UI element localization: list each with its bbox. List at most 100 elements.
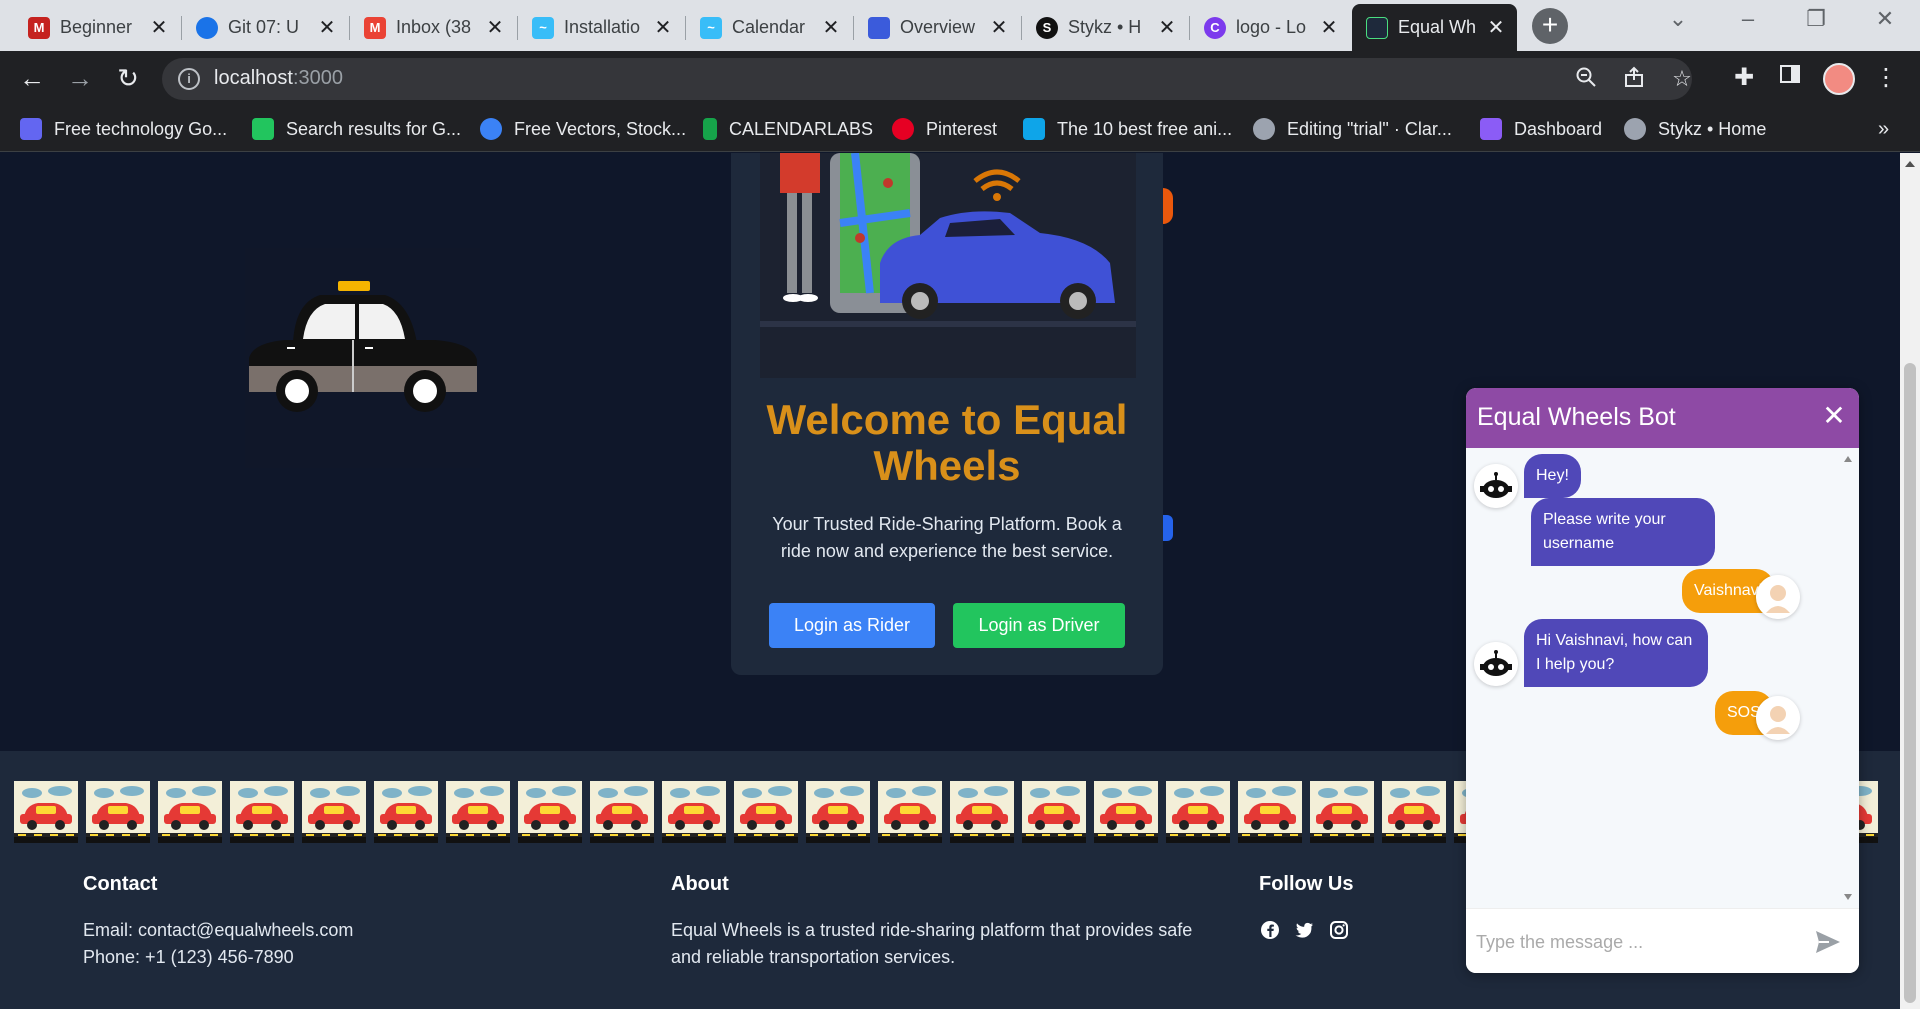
car-tile bbox=[950, 781, 1014, 843]
profile-avatar[interactable] bbox=[1823, 63, 1855, 95]
close-icon[interactable]: ✕ bbox=[820, 15, 842, 40]
close-icon[interactable]: ✕ bbox=[1485, 15, 1507, 40]
bookmark-item[interactable]: Dashboard bbox=[1480, 117, 1602, 141]
tab-beginner[interactable]: M Beginner ✕ bbox=[14, 4, 180, 51]
chat-messages[interactable]: Hey! Please write your username Vaishnav… bbox=[1466, 448, 1859, 908]
hero-title-line2: Wheels bbox=[873, 442, 1021, 489]
restore-button[interactable]: ❐ bbox=[1796, 6, 1836, 32]
bookmark-item[interactable]: Pinterest bbox=[892, 117, 997, 141]
forward-icon[interactable]: → bbox=[64, 63, 96, 95]
tab-title: Equal Wh bbox=[1398, 17, 1477, 37]
close-icon[interactable]: ✕ bbox=[316, 15, 338, 40]
reload-icon[interactable]: ↻ bbox=[112, 63, 144, 95]
tab-logo[interactable]: C logo - Lo ✕ bbox=[1190, 4, 1350, 51]
tab-inbox[interactable]: M Inbox (38 ✕ bbox=[350, 4, 516, 51]
tab-title: Calendar bbox=[732, 17, 806, 37]
taxi-illustration bbox=[245, 248, 480, 468]
send-icon[interactable] bbox=[1814, 929, 1842, 955]
chatbot-header: Equal Wheels Bot ✕ bbox=[1466, 388, 1859, 448]
tab-title: Beginner bbox=[60, 17, 133, 37]
tab-equal-wheels[interactable]: Equal Wh ✕ bbox=[1352, 4, 1517, 51]
tab-calendar[interactable]: ~ Calendar ✕ bbox=[686, 4, 852, 51]
bookmark-item[interactable]: Search results for G... bbox=[252, 117, 461, 141]
bookmark-label: Free Vectors, Stock... bbox=[514, 118, 687, 139]
bookmark-item[interactable]: Editing "trial" · Clar... bbox=[1253, 117, 1452, 141]
hero-title-line1: Welcome to Equal bbox=[766, 396, 1128, 443]
bookmark-favicon-icon bbox=[1624, 118, 1646, 140]
tab-title: Overview bbox=[900, 17, 976, 37]
tab-installation[interactable]: ~ Installatio ✕ bbox=[518, 4, 684, 51]
tab-stykz[interactable]: S Stykz • H ✕ bbox=[1022, 4, 1188, 51]
url-text[interactable]: localhost:3000 bbox=[214, 67, 343, 90]
minimize-button[interactable]: – bbox=[1728, 6, 1768, 32]
close-icon[interactable]: ✕ bbox=[652, 15, 674, 40]
close-icon[interactable]: ✕ bbox=[1318, 15, 1340, 40]
login-rider-button[interactable]: Login as Rider bbox=[769, 603, 935, 648]
car-tile bbox=[1382, 781, 1446, 843]
bookmark-label: Editing "trial" · Clar... bbox=[1287, 118, 1452, 139]
close-icon[interactable]: ✕ bbox=[484, 15, 506, 40]
scrollbar-thumb[interactable] bbox=[1904, 363, 1916, 1003]
bot-message: Please write your username bbox=[1531, 498, 1715, 566]
tailwind-icon: ~ bbox=[700, 16, 722, 39]
page-scrollbar[interactable] bbox=[1900, 153, 1920, 1009]
address-bar[interactable]: i localhost:3000 ☆ bbox=[162, 58, 1692, 100]
tab-overview[interactable]: Overview ✕ bbox=[854, 4, 1020, 51]
hero-subtitle: Your Trusted Ride-Sharing Platform. Book… bbox=[772, 514, 1122, 561]
bot-message: Hey! bbox=[1524, 454, 1581, 498]
hero-title: Welcome to Equal Wheels bbox=[731, 397, 1163, 489]
bookmark-favicon-icon bbox=[252, 118, 274, 140]
bookmark-favicon-icon bbox=[20, 118, 42, 140]
tab-git[interactable]: Git 07: U ✕ bbox=[182, 4, 348, 51]
close-window-button[interactable]: ✕ bbox=[1865, 6, 1905, 32]
car-tile bbox=[1166, 781, 1230, 843]
bookmark-favicon-icon bbox=[480, 118, 502, 140]
back-icon[interactable]: ← bbox=[16, 63, 48, 95]
bookmark-star-icon[interactable]: ☆ bbox=[1667, 66, 1697, 92]
login-driver-button[interactable]: Login as Driver bbox=[953, 603, 1125, 648]
car-tile bbox=[446, 781, 510, 843]
tab-search-icon[interactable]: ⌄ bbox=[1658, 6, 1698, 32]
close-icon[interactable]: ✕ bbox=[988, 15, 1010, 40]
chat-message-input[interactable] bbox=[1476, 926, 1796, 958]
decorative-shape bbox=[1163, 188, 1173, 224]
scroll-up-icon[interactable] bbox=[1844, 456, 1852, 462]
car-tile bbox=[734, 781, 798, 843]
bookmark-item[interactable]: Stykz • Home bbox=[1624, 117, 1766, 141]
bookmark-item[interactable]: CALENDARLABS bbox=[703, 117, 873, 141]
close-icon[interactable]: ✕ bbox=[1821, 402, 1847, 430]
contact-email: Email: contact@equalwheels.com bbox=[83, 920, 354, 940]
new-tab-button[interactable]: + bbox=[1532, 8, 1568, 44]
side-panel-icon[interactable] bbox=[1774, 63, 1806, 92]
close-icon[interactable]: ✕ bbox=[1156, 15, 1178, 40]
twitter-icon[interactable] bbox=[1293, 919, 1315, 941]
bookmark-item[interactable]: Free technology Go... bbox=[20, 117, 227, 141]
close-icon[interactable]: ✕ bbox=[148, 15, 170, 40]
bookmark-label: Stykz • Home bbox=[1658, 118, 1767, 139]
hexagon-icon bbox=[868, 16, 890, 39]
bookmark-label: CALENDARLABS bbox=[729, 118, 874, 139]
bookmark-label: Pinterest bbox=[926, 118, 998, 139]
facebook-icon[interactable] bbox=[1259, 919, 1281, 941]
zoom-icon[interactable] bbox=[1571, 66, 1601, 94]
scroll-down-icon[interactable] bbox=[1844, 894, 1852, 900]
car-tile bbox=[14, 781, 78, 843]
bookmark-favicon-icon bbox=[1023, 118, 1045, 140]
instagram-icon[interactable] bbox=[1328, 919, 1350, 941]
extensions-icon[interactable]: ✚ bbox=[1728, 63, 1760, 92]
bookmarks-overflow-button[interactable]: » bbox=[1878, 117, 1889, 141]
tailwind-icon: ~ bbox=[532, 16, 554, 39]
scroll-up-icon[interactable] bbox=[1905, 161, 1915, 167]
bookmark-item[interactable]: Free Vectors, Stock... bbox=[480, 117, 686, 141]
chat-scrollbar[interactable] bbox=[1841, 448, 1855, 908]
share-icon[interactable] bbox=[1619, 66, 1649, 94]
stykz-icon: S bbox=[1036, 16, 1058, 39]
bookmark-label: Free technology Go... bbox=[54, 118, 228, 139]
menu-kebab-icon[interactable]: ⋮ bbox=[1870, 63, 1902, 92]
canva-icon: C bbox=[1204, 16, 1226, 39]
car-tile bbox=[1022, 781, 1086, 843]
info-icon[interactable]: i bbox=[178, 68, 200, 90]
equal-wheels-icon bbox=[1366, 16, 1388, 39]
bookmark-item[interactable]: The 10 best free ani... bbox=[1023, 117, 1232, 141]
car-tile bbox=[518, 781, 582, 843]
